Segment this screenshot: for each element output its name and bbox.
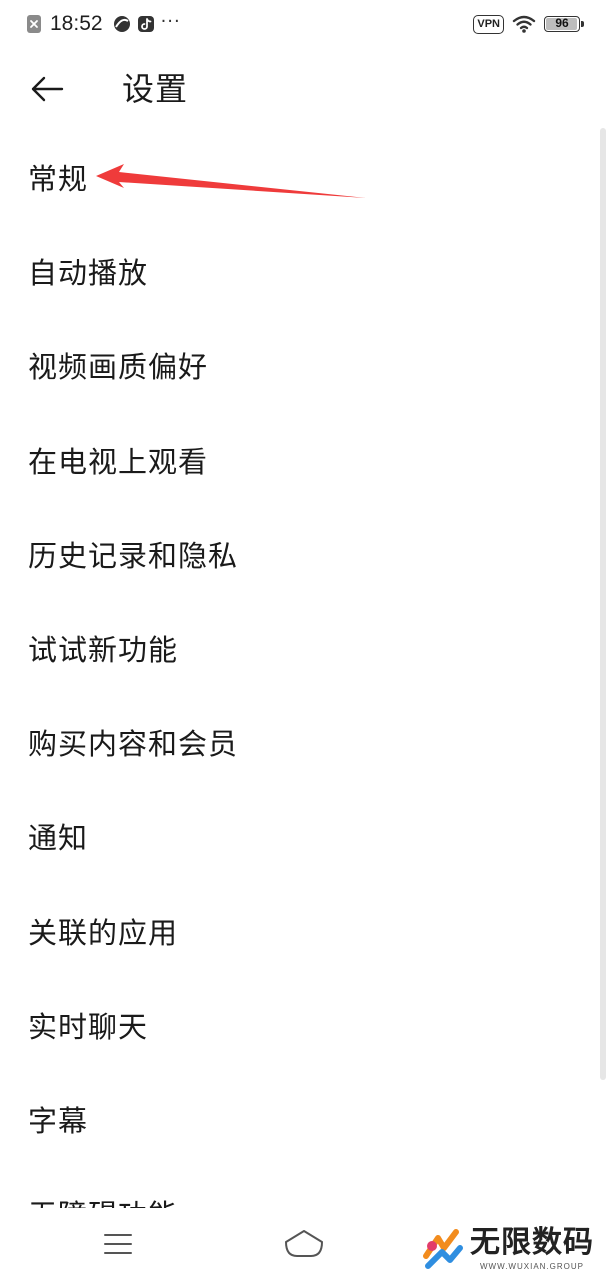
settings-item-label: 无障碍功能 bbox=[28, 1192, 178, 1208]
settings-item-connected-apps[interactable]: 关联的应用 bbox=[0, 884, 598, 978]
battery-level: 96 bbox=[555, 16, 569, 30]
tiktok-icon bbox=[137, 16, 154, 32]
browser-icon bbox=[113, 16, 130, 32]
nav-menu-button[interactable] bbox=[100, 1226, 136, 1262]
settings-item-video-quality[interactable]: 视频画质偏好 bbox=[0, 318, 598, 412]
settings-item-watch-on-tv[interactable]: 在电视上观看 bbox=[0, 413, 598, 507]
settings-item-label: 视频画质偏好 bbox=[28, 350, 209, 385]
settings-item-label: 通知 bbox=[28, 821, 89, 856]
status-bar: 18:52 ··· VPN 96 bbox=[0, 0, 606, 48]
settings-item-label: 在电视上观看 bbox=[28, 444, 209, 479]
settings-item-general[interactable]: 常规 bbox=[0, 130, 598, 224]
page-title: 设置 bbox=[122, 70, 189, 108]
settings-item-label: 购买内容和会员 bbox=[28, 727, 239, 762]
settings-item-label: 字幕 bbox=[28, 1103, 89, 1138]
status-bar-right: VPN 96 bbox=[473, 12, 584, 36]
settings-item-autoplay[interactable]: 自动播放 bbox=[0, 224, 598, 318]
status-time: 18:52 bbox=[50, 12, 103, 35]
settings-item-purchases-memberships[interactable]: 购买内容和会员 bbox=[0, 695, 598, 789]
settings-item-label: 实时聊天 bbox=[28, 1009, 149, 1044]
watermark-subtitle: WWW.WUXIAN.GROUP bbox=[480, 1262, 584, 1271]
menu-icon bbox=[104, 1234, 132, 1254]
nav-home-button[interactable] bbox=[282, 1224, 326, 1264]
watermark-logo-icon bbox=[423, 1229, 463, 1269]
settings-item-captions[interactable]: 字幕 bbox=[0, 1072, 598, 1166]
settings-item-accessibility[interactable]: 无障碍功能 bbox=[0, 1166, 598, 1208]
app-header: 设置 bbox=[0, 48, 606, 132]
watermark: 无限数码 WWW.WUXIAN.GROUP bbox=[420, 1224, 600, 1280]
more-notifications-indicator: ··· bbox=[160, 10, 181, 32]
settings-item-label: 试试新功能 bbox=[28, 633, 179, 668]
wifi-icon bbox=[512, 15, 536, 33]
settings-item-label: 自动播放 bbox=[28, 256, 149, 291]
home-icon bbox=[285, 1230, 323, 1257]
system-nav-bar: 无限数码 WWW.WUXIAN.GROUP bbox=[0, 1208, 606, 1280]
settings-list: 常规 自动播放 视频画质偏好 在电视上观看 历史记录和隐私 试试新功能 购买内容… bbox=[0, 130, 598, 1208]
settings-item-history-privacy[interactable]: 历史记录和隐私 bbox=[0, 507, 598, 601]
arrow-left-icon bbox=[31, 76, 64, 102]
battery-indicator: 96 bbox=[544, 16, 584, 32]
back-button[interactable] bbox=[22, 66, 72, 112]
watermark-title: 无限数码 bbox=[470, 1225, 594, 1260]
settings-item-notifications[interactable]: 通知 bbox=[0, 789, 598, 883]
settings-item-try-new-features[interactable]: 试试新功能 bbox=[0, 601, 598, 695]
settings-item-live-chat[interactable]: 实时聊天 bbox=[0, 978, 598, 1072]
settings-item-label: 关联的应用 bbox=[28, 915, 179, 950]
status-bar-left: 18:52 ··· bbox=[26, 9, 181, 39]
close-notification-icon bbox=[27, 15, 41, 33]
scrollbar[interactable] bbox=[600, 128, 606, 1080]
settings-item-label: 历史记录和隐私 bbox=[28, 538, 239, 573]
vpn-badge: VPN bbox=[473, 14, 504, 34]
settings-item-label: 常规 bbox=[28, 162, 89, 197]
